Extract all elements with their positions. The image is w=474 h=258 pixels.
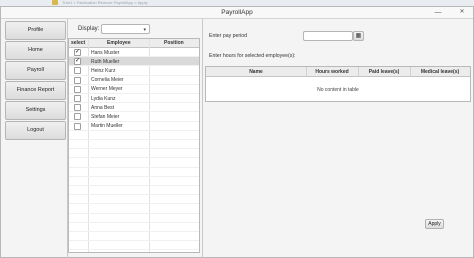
empty-table-row: [69, 158, 199, 168]
employee-name: Cornelia Meier: [91, 77, 124, 84]
empty-table-row: [69, 204, 199, 214]
employee-name: Lydia Kunz: [91, 95, 116, 102]
select-checkbox[interactable]: [74, 76, 81, 84]
sidebar: Profile Home Payroll Finance Report Sett…: [5, 21, 66, 257]
empty-table-row: [69, 140, 199, 150]
table-row[interactable]: Werner Meyer: [69, 85, 199, 94]
empty-table-row: [69, 195, 199, 205]
employee-name: Martin Mueller: [91, 123, 123, 130]
table-row[interactable]: Heinz Kurz: [69, 66, 199, 76]
column-header-hours-worked[interactable]: Hours worked: [306, 69, 358, 75]
apply-button[interactable]: Apply: [425, 219, 444, 229]
employee-name: Ruth Mueller: [91, 58, 120, 65]
select-checkbox[interactable]: ✓: [74, 49, 81, 56]
select-checkbox[interactable]: ✓: [74, 58, 81, 66]
sidebar-item-payroll[interactable]: Payroll: [5, 61, 66, 80]
outer-title: Tree1 > Fabrication Remove PayrollApp > …: [62, 0, 148, 5]
column-header-name[interactable]: Name: [206, 69, 306, 75]
table-row[interactable]: Martin Mueller: [69, 122, 199, 131]
chevron-down-icon: ▾: [143, 27, 146, 33]
title-bar: PayrollApp — ✕: [1, 7, 473, 19]
employee-name: Heinz Kurz: [91, 67, 116, 74]
table-row[interactable]: ✓ Ruth Mueller: [69, 57, 199, 67]
hours-table: Name Hours worked Paid leave(s) Medical …: [205, 66, 471, 102]
display-select[interactable]: ▾: [101, 24, 150, 34]
payroll-window: PayrollApp — ✕ Profile Home Payroll Fina…: [0, 6, 474, 258]
panel-divider: [202, 19, 203, 258]
empty-table-row: [69, 241, 199, 251]
minimize-button[interactable]: —: [432, 8, 444, 17]
sidebar-item-logout[interactable]: Logout: [5, 121, 66, 140]
column-header-medical-leave[interactable]: Medical leave(s): [410, 69, 470, 75]
empty-table-row: [69, 223, 199, 232]
column-header-employee[interactable]: Employee: [107, 40, 131, 46]
empty-table-row: [69, 131, 199, 140]
table-row[interactable]: Anna Best: [69, 103, 199, 113]
table-row[interactable]: ✓ Hans Muster: [69, 48, 199, 58]
select-checkbox[interactable]: [74, 122, 81, 130]
select-checkbox[interactable]: [74, 85, 81, 93]
empty-table-row: [69, 232, 199, 242]
employee-name: Anna Best: [91, 104, 115, 111]
empty-table-row: [69, 214, 199, 223]
hours-table-header: Name Hours worked Paid leave(s) Medical …: [206, 67, 470, 77]
empty-table-row: [69, 149, 199, 159]
table-row[interactable]: Stefan Meier: [69, 112, 199, 122]
employee-name: Werner Meyer: [91, 86, 123, 93]
column-header-position[interactable]: Position: [164, 40, 184, 46]
employee-name: Hans Muster: [91, 49, 120, 56]
sidebar-item-settings[interactable]: Settings: [5, 101, 66, 120]
select-checkbox[interactable]: [74, 67, 81, 75]
employee-table: select Employee Position ✓ Hans Muster ✓ Ru…: [68, 38, 200, 253]
calendar-icon[interactable]: ▦: [353, 31, 364, 41]
sidebar-item-profile[interactable]: Profile: [5, 21, 66, 40]
column-header-paid-leave[interactable]: Paid leave(s): [358, 69, 410, 75]
sidebar-item-home[interactable]: Home: [5, 41, 66, 60]
pay-period-label: Enter pay period: [209, 33, 248, 39]
display-label: Display:: [78, 26, 100, 32]
sidebar-item-finance-report[interactable]: Finance Report: [5, 81, 66, 100]
empty-table-row: [69, 177, 199, 186]
employee-name: Stefan Meier: [91, 113, 120, 120]
folder-icon: [52, 0, 58, 5]
empty-table-row: [69, 186, 199, 196]
empty-table-row: [69, 168, 199, 177]
pay-period-input[interactable]: [303, 31, 353, 41]
select-checkbox[interactable]: [74, 113, 81, 121]
column-header-select[interactable]: select: [71, 40, 85, 46]
table-row[interactable]: Cornelia Meier: [69, 76, 199, 85]
window-title: PayrollApp: [221, 9, 253, 16]
hours-label: Enter hours for selected employee(s):: [209, 53, 296, 59]
select-checkbox[interactable]: [74, 95, 81, 102]
close-button[interactable]: ✕: [456, 8, 468, 17]
table-row[interactable]: Lydia Kunz: [69, 94, 199, 104]
empty-table-message: No content in table: [317, 87, 359, 93]
select-checkbox[interactable]: [74, 104, 81, 112]
